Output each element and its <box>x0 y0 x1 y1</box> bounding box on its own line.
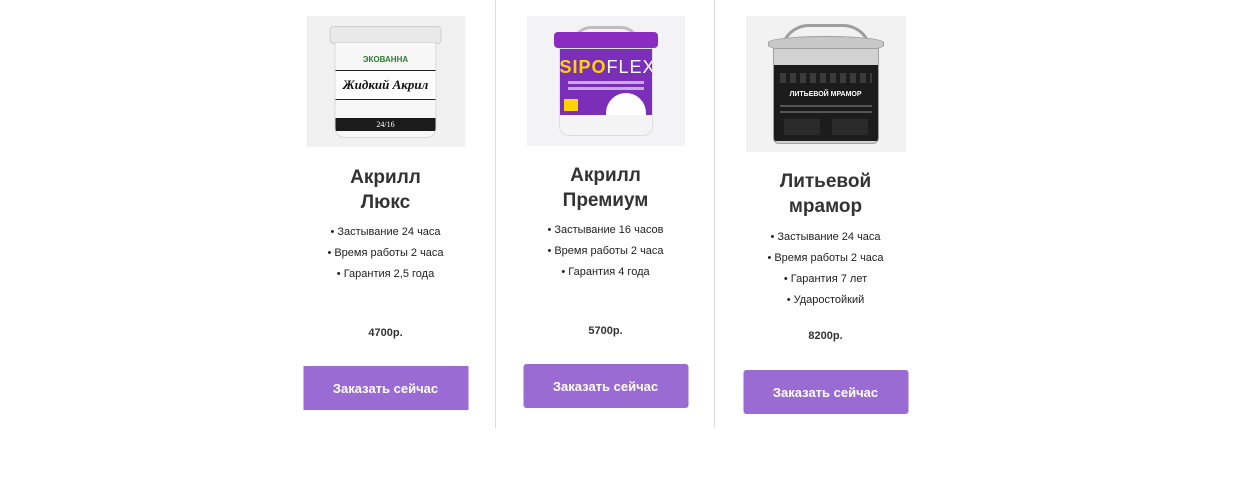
product-brand-label: ЭКОВАННА <box>362 55 409 64</box>
product-title: Литьевой мрамор <box>779 171 872 217</box>
order-now-button[interactable]: Заказать сейчас <box>303 366 468 410</box>
order-now-button[interactable]: Заказать сейчас <box>523 364 688 408</box>
product-image: ЛИТЬЕВОЙ МРАМОР <box>745 16 906 152</box>
product-card-akrill-premium: SIPOFLEX Акрилл Премиум • Застывание 16 … <box>496 0 715 428</box>
product-features: • Застывание 24 часа • Время работы 2 ча… <box>716 227 935 311</box>
product-image-label: Жидкий Акрил <box>342 77 429 92</box>
product-image: ЭКОВАННА Жидкий Акрил 24/16 <box>306 16 465 147</box>
product-title: Акрилл Люкс <box>350 167 421 213</box>
product-card-akrill-lyuks: ЭКОВАННА Жидкий Акрил 24/16 Акрилл Люкс … <box>276 0 495 428</box>
feature-item: • Застывание 16 часов <box>547 224 664 236</box>
product-brand-label: SIPOFLEX <box>559 57 653 77</box>
product-title: Акрилл Премиум <box>562 165 649 211</box>
product-card-litevoy-mramor: ЛИТЬЕВОЙ МРАМОР Литьевой мрамор • Застыв… <box>716 0 935 428</box>
product-price: 5700р. <box>588 325 623 337</box>
product-price: 4700р. <box>368 327 403 339</box>
metal-bucket-icon: ЛИТЬЕВОЙ МРАМОР <box>767 24 884 144</box>
feature-item: • Время работы 2 часа <box>767 252 884 264</box>
feature-item: • Застывание 24 часа <box>770 231 881 243</box>
feature-item: • Застывание 24 часа <box>330 226 441 238</box>
feature-item: • Гарантия 4 года <box>561 266 650 278</box>
feature-item: • Время работы 2 часа <box>547 245 664 257</box>
product-price: 8200р. <box>808 330 843 342</box>
feature-item: • Ударостойкий <box>786 294 865 306</box>
product-features: • Застывание 24 часа • Время работы 2 ча… <box>276 222 495 285</box>
purple-bucket-icon: SIPOFLEX <box>553 26 658 136</box>
product-image-label: ЛИТЬЕВОЙ МРАМОР <box>789 91 862 98</box>
product-features: • Застывание 16 часов • Время работы 2 ч… <box>496 220 715 283</box>
feature-item: • Гарантия 7 лет <box>783 273 868 285</box>
product-image-code: 24/16 <box>376 120 395 129</box>
white-bucket-icon: ЭКОВАННА Жидкий Акрил 24/16 <box>329 26 442 138</box>
feature-item: • Время работы 2 часа <box>327 247 444 259</box>
feature-item: • Гарантия 2,5 года <box>336 268 435 280</box>
order-now-button[interactable]: Заказать сейчас <box>743 370 908 414</box>
product-image: SIPOFLEX <box>526 16 685 146</box>
